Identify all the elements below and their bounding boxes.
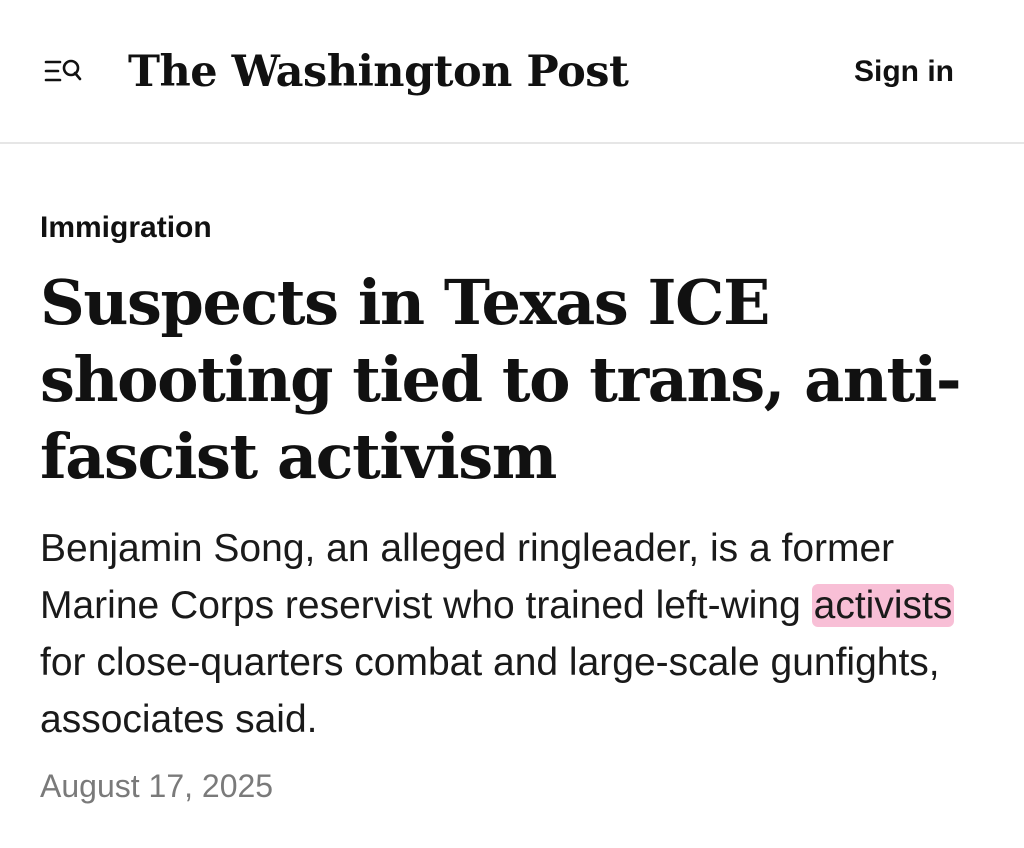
- dek-text-before: Benjamin Song, an alleged ringleader, is…: [40, 527, 895, 627]
- dek-text-after: for close-quarters combat and large-scal…: [40, 641, 940, 741]
- highlighted-text: activists: [811, 584, 955, 627]
- publish-date: August 17, 2025: [40, 768, 274, 804]
- menu-search-icon[interactable]: [44, 56, 84, 88]
- top-navigation-bar: The Washington Post Sign in: [0, 0, 1024, 144]
- masthead-logo[interactable]: The Washington Post: [128, 40, 629, 104]
- article-dek: Benjamin Song, an alleged ringleader, is…: [40, 520, 990, 748]
- headline[interactable]: Suspects in Texas ICE shooting tied to t…: [40, 264, 990, 495]
- section-label[interactable]: Immigration: [40, 208, 212, 248]
- sign-in-button[interactable]: Sign in: [854, 52, 954, 92]
